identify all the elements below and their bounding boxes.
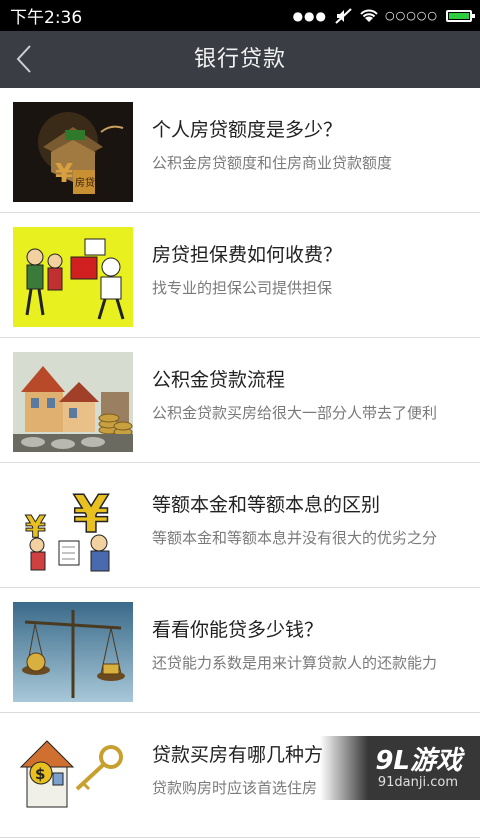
list-item[interactable]: 公积金贷款流程 公积金贷款买房给很大一部分人带去了便利 <box>0 338 480 463</box>
house-money-illustration: ¥ 房贷 <box>13 102 133 202</box>
item-desc: 还贷能力系数是用来计算贷款人的还款能力 <box>152 654 438 672</box>
status-icons: ●●● ○○○○○ <box>292 7 475 24</box>
app-header: 银行贷款 <box>0 31 480 88</box>
house-key-illustration: $ <box>13 727 133 827</box>
list-item[interactable]: ¥ 房贷 个人房贷额度是多少？ 公积金房贷额度和住房商业贷款额度 <box>0 88 480 213</box>
item-title: 个人房贷额度是多少？ <box>152 119 343 141</box>
item-title: 房贷担保费如何收费？ <box>152 244 343 266</box>
watermark-url: 91danji.com <box>377 775 458 790</box>
item-desc: 找专业的担保公司提供担保 <box>152 279 333 297</box>
item-title: 看看你能贷多少钱？ <box>152 619 324 641</box>
item-desc: 等额本金和等额本息并没有很大的优劣之分 <box>152 529 438 547</box>
status-time: 下午2:36 <box>10 8 83 28</box>
list-item[interactable]: 房贷担保费如何收费？ 找专业的担保公司提供担保 <box>0 213 480 338</box>
item-desc: 公积金房贷额度和住房商业贷款额度 <box>152 154 393 172</box>
balance-scale-illustration <box>13 602 133 702</box>
svg-text:房贷: 房贷 <box>75 176 95 189</box>
list-item[interactable]: ¥ ¥ 等额本金和等额本息的区别 等额本金和等额本息并没有很大的优劣之分 <box>0 463 480 588</box>
svg-text:¥: ¥ <box>55 159 73 189</box>
item-desc: 公积金贷款买房给很大一部分人带去了便利 <box>152 404 438 422</box>
wifi-icon <box>360 9 378 22</box>
article-list: ¥ 房贷 个人房贷额度是多少？ 公积金房贷额度和住房商业贷款额度 房贷担保费如何… <box>0 88 480 838</box>
svg-text:$: $ <box>35 765 45 783</box>
watermark-logo: 9L游戏 <box>375 746 462 776</box>
page-title: 银行贷款 <box>193 47 286 72</box>
item-title: 等额本金和等额本息的区别 <box>152 494 381 516</box>
back-button[interactable] <box>8 39 48 79</box>
battery-icon <box>446 9 475 22</box>
item-title: 公积金贷款流程 <box>152 369 286 391</box>
signal-strength: ○○○○○ <box>385 9 438 22</box>
houses-coins-illustration <box>13 352 133 452</box>
list-item[interactable]: 看看你能贷多少钱？ 还贷能力系数是用来计算贷款人的还款能力 <box>0 588 480 713</box>
yen-people-illustration: ¥ ¥ <box>13 477 133 577</box>
cartoon-people-illustration <box>13 227 133 327</box>
mute-icon <box>335 7 352 24</box>
status-bar: 下午2:36 ●●● ○○○○○ <box>0 0 480 31</box>
watermark: 9L游戏 91danji.com <box>320 736 480 800</box>
notification-dots: ●●● <box>292 8 327 23</box>
chevron-left-icon <box>16 45 31 73</box>
